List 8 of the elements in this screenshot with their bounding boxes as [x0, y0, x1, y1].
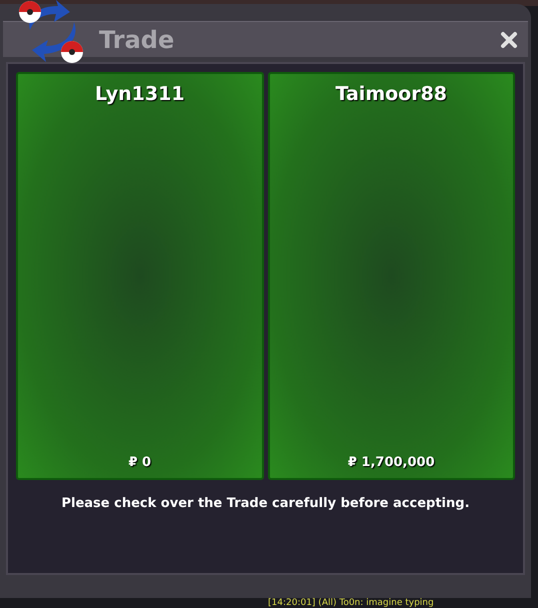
window-title: Trade [99, 24, 174, 56]
close-icon [500, 30, 518, 48]
notice-text: Please check over the Trade carefully before accepting. [60, 495, 471, 513]
money-amount: ₽ 0 [128, 454, 152, 472]
chat-message: [14:20:01] (All) To0n: imagine typing [268, 598, 434, 608]
player-name: Lyn1311 [94, 82, 185, 107]
player-name: Taimoor88 [335, 82, 448, 107]
money-amount: ₽ 1,700,000 [348, 454, 435, 472]
